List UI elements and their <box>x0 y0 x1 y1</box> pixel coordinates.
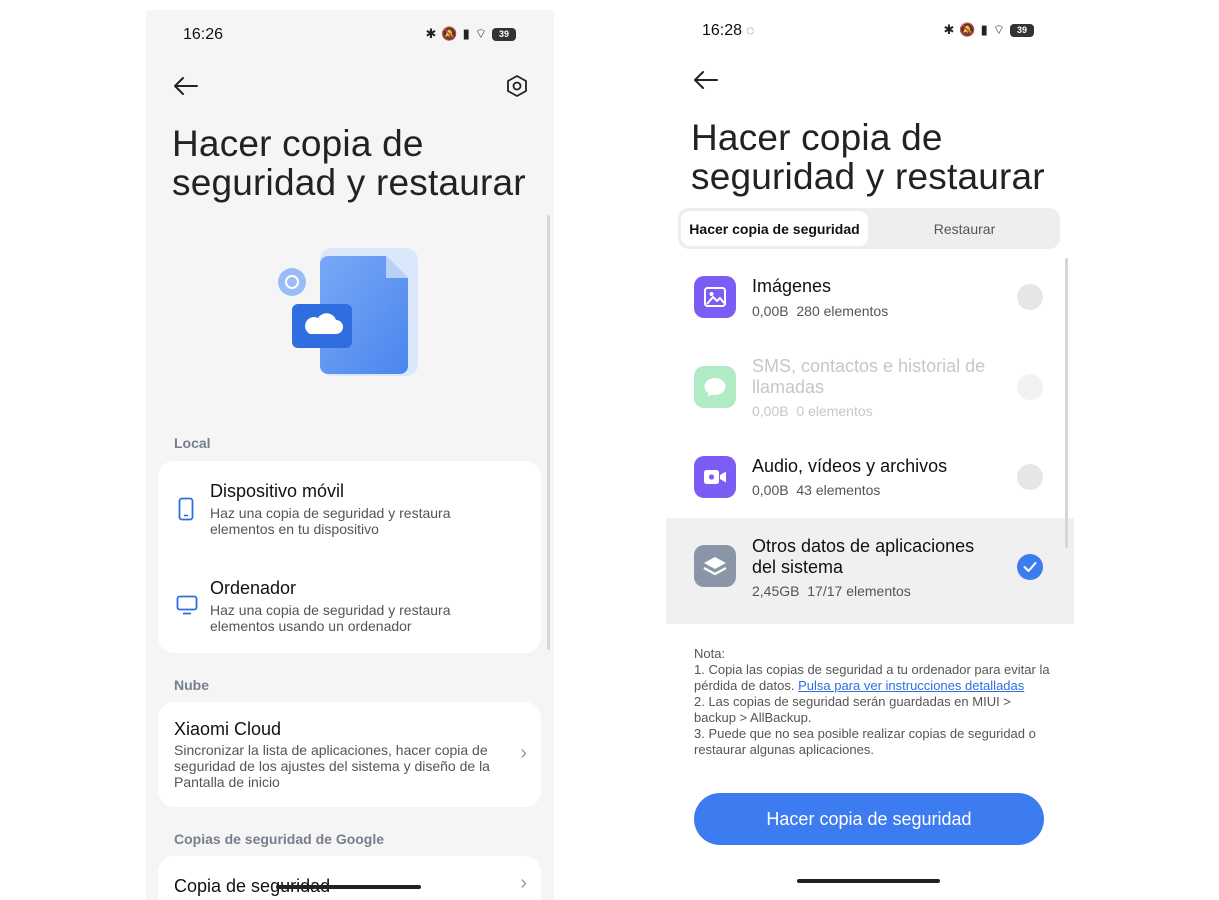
category-name: SMS, contactos e historial de llamadas <box>752 356 986 397</box>
wifi-icon: ⌔ <box>992 22 1005 37</box>
instructions-link[interactable]: Pulsa para ver instrucciones detalladas <box>798 678 1024 693</box>
mobile-device-option[interactable]: Dispositivo móvil Haz una copia de segur… <box>158 471 541 557</box>
status-time: 16:28 <box>702 22 743 39</box>
category-size: 0,00B <box>752 403 789 419</box>
backup-button[interactable]: Hacer copia de seguridad <box>694 793 1044 845</box>
xiaomi-cloud-option[interactable]: Xiaomi Cloud Sincronizar la lista de apl… <box>158 702 541 807</box>
tab-bar: Hacer copia de seguridad Restaurar <box>678 208 1060 249</box>
option-title: Ordenador <box>210 578 297 598</box>
page-title: Hacer copia de seguridad y restaurar <box>691 117 1045 197</box>
chevron-right-icon: › <box>520 742 527 764</box>
settings-hexagon-icon <box>507 75 527 97</box>
category-size: 0,00B <box>752 482 789 498</box>
note-block: Nota: 1. Copia las copias de seguridad a… <box>694 646 1054 758</box>
note-line-3: 3. Puede que no sea posible realizar cop… <box>694 726 1036 757</box>
category-checkbox <box>1017 374 1043 400</box>
settings-button[interactable] <box>499 68 535 104</box>
category-meta: 0,00B 43 elementos <box>752 482 880 498</box>
category-count: 0 elementos <box>796 403 873 419</box>
sync-spinner-icon: ◌ <box>746 22 755 38</box>
category-size: 0,00B <box>752 303 789 319</box>
scrollbar[interactable] <box>1065 258 1068 548</box>
tab-restore[interactable]: Restaurar <box>872 211 1057 246</box>
section-label-local: Local <box>174 435 211 451</box>
option-title: Dispositivo móvil <box>210 481 345 501</box>
category-row-audio-video[interactable]: Audio, vídeos y archivos 0,00B 43 elemen… <box>666 440 1074 518</box>
backup-selection-screen: 16:28 ◌ ✱ 🔕 ▮ ⌔ 39 Hacer copia de seguri… <box>666 10 1074 900</box>
tab-backup[interactable]: Hacer copia de seguridad <box>681 211 868 246</box>
note-line-1: 1. Copia las copias de seguridad a tu or… <box>694 662 1054 694</box>
category-row-system-apps[interactable]: Otros datos de aplicaciones del sistema … <box>666 518 1074 624</box>
monitor-icon <box>176 595 198 615</box>
status-icons: ✱ 🔕 ▮ ⌔ 39 <box>426 26 516 42</box>
phone-icon <box>178 497 194 521</box>
option-desc: Haz una copia de seguridad y restaura el… <box>210 505 451 537</box>
note-label: Nota: <box>694 646 726 661</box>
wifi-icon: ⌔ <box>474 26 487 41</box>
battery-icon: 39 <box>492 27 516 41</box>
category-name: Audio, vídeos y archivos <box>752 456 948 476</box>
option-desc: Haz una copia de seguridad y restaura el… <box>210 602 451 634</box>
google-backup-option[interactable]: Copia de seguridad › <box>158 856 541 900</box>
mute-icon: 🔕 <box>441 26 458 41</box>
signal-icon: ▮ <box>980 22 988 37</box>
check-icon <box>1023 562 1037 572</box>
video-icon <box>694 456 736 498</box>
home-indicator[interactable] <box>797 879 940 883</box>
option-title: Xiaomi Cloud <box>174 719 282 739</box>
message-icon <box>694 366 736 408</box>
signal-icon: ▮ <box>462 26 470 41</box>
bluetooth-icon: ✱ <box>943 22 955 37</box>
category-row-images[interactable]: Imágenes 0,00B 280 elementos <box>666 260 1074 340</box>
category-count: 280 elementos <box>796 303 889 319</box>
back-arrow-icon <box>694 71 718 89</box>
section-label-google: Copias de seguridad de Google <box>174 831 385 847</box>
category-row-sms: SMS, contactos e historial de llamadas 0… <box>666 340 1074 440</box>
category-checkbox-checked[interactable] <box>1017 554 1043 580</box>
category-name: Imágenes <box>752 276 832 296</box>
back-arrow-icon <box>174 77 198 95</box>
layers-icon <box>694 545 736 587</box>
status-time: 16:26 <box>183 26 224 43</box>
category-count: 43 elementos <box>796 482 881 498</box>
mute-icon: 🔕 <box>959 22 976 37</box>
local-card: Dispositivo móvil Haz una copia de segur… <box>158 461 541 653</box>
backup-overview-screen: 16:26 ✱ 🔕 ▮ ⌔ 39 Hacer copia de segurida… <box>146 10 554 900</box>
chevron-right-icon: › <box>520 872 527 894</box>
page-title: Hacer copia de seguridad y restaurar <box>172 123 526 203</box>
category-size: 2,45GB <box>752 583 800 599</box>
note-line-2: 2. Las copias de seguridad serán guardad… <box>694 694 1011 725</box>
category-checkbox[interactable] <box>1017 464 1043 490</box>
computer-option[interactable]: Ordenador Haz una copia de seguridad y r… <box>158 567 541 653</box>
home-indicator[interactable] <box>276 885 421 889</box>
category-meta: 0,00B 280 elementos <box>752 303 888 319</box>
scrollbar[interactable] <box>547 215 550 650</box>
category-checkbox[interactable] <box>1017 284 1043 310</box>
section-label-cloud: Nube <box>174 677 209 693</box>
backup-illustration <box>274 244 424 384</box>
image-icon <box>694 276 736 318</box>
option-desc: Sincronizar la lista de aplicaciones, ha… <box>174 742 490 790</box>
category-meta: 2,45GB 17/17 elementos <box>752 583 911 599</box>
status-icons: ✱ 🔕 ▮ ⌔ 39 <box>944 22 1034 38</box>
back-button[interactable] <box>168 68 204 104</box>
back-button[interactable] <box>688 62 724 98</box>
battery-icon: 39 <box>1010 23 1034 37</box>
category-meta: 0,00B 0 elementos <box>752 403 873 419</box>
category-name: Otros datos de aplicaciones del sistema <box>752 536 975 577</box>
bluetooth-icon: ✱ <box>425 26 437 41</box>
category-count: 17/17 elementos <box>807 583 911 599</box>
